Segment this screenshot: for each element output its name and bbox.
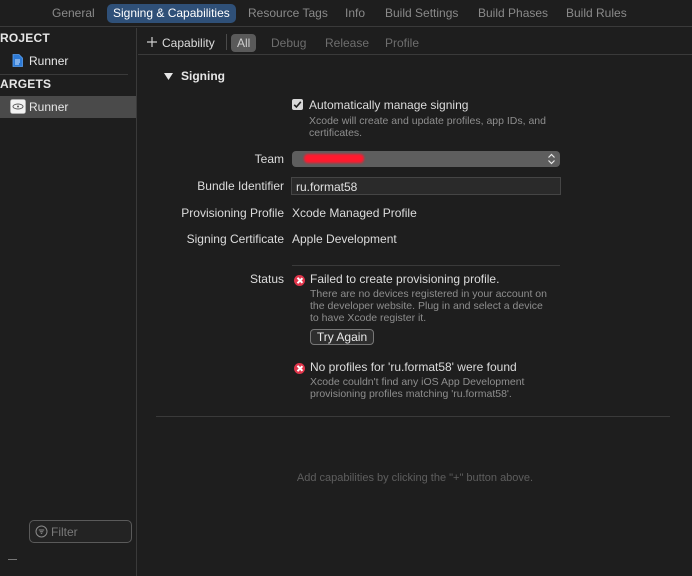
project-section-header: ROJECT bbox=[0, 31, 50, 45]
sidebar-item-target-runner[interactable]: Runner bbox=[0, 96, 136, 118]
project-file-icon bbox=[12, 54, 23, 70]
toolbar-divider bbox=[226, 34, 227, 50]
signing-certificate-label: Signing Certificate bbox=[186, 232, 284, 246]
status-label: Status bbox=[249, 272, 284, 286]
provisioning-profile-label: Provisioning Profile bbox=[181, 206, 284, 220]
tab-signing-capabilities[interactable]: Signing & Capabilities bbox=[107, 4, 236, 23]
empty-capabilities-hint: Add capabilities by clicking the "+" but… bbox=[296, 472, 534, 484]
app-target-icon bbox=[10, 99, 26, 117]
sidebar-item-label: Runner bbox=[29, 54, 69, 68]
signing-section-title: Signing bbox=[181, 69, 225, 83]
plus-icon bbox=[146, 36, 158, 51]
tab-general[interactable]: General bbox=[46, 4, 101, 23]
auto-manage-desc-line2: certificates. bbox=[309, 127, 363, 139]
signing-certificate-value: Apple Development bbox=[292, 232, 397, 246]
add-capability-label: Capability bbox=[162, 36, 215, 50]
project-navigator-sidebar: ROJECT Runner ARGETS Runner bbox=[0, 28, 137, 576]
auto-manage-signing-checkbox[interactable] bbox=[292, 99, 303, 110]
error2-title: No profiles for 'ru.format58' were found bbox=[310, 360, 517, 374]
error2-desc-line2: provisioning profiles matching 'ru.forma… bbox=[310, 388, 512, 400]
sidebar-item-label: Runner bbox=[29, 100, 69, 114]
config-tab-all[interactable]: All bbox=[231, 34, 257, 52]
filter-placeholder: Filter bbox=[51, 525, 78, 539]
signing-disclosure-triangle[interactable] bbox=[164, 70, 173, 84]
error-icon bbox=[294, 363, 305, 374]
tab-build-phases[interactable]: Build Phases bbox=[472, 4, 554, 23]
auto-manage-signing-label: Automatically manage signing bbox=[309, 98, 469, 112]
bundle-identifier-field[interactable]: ru.format58 bbox=[291, 177, 561, 195]
sidebar-divider bbox=[0, 74, 128, 75]
tab-resource-tags[interactable]: Resource Tags bbox=[242, 4, 334, 23]
filter-icon bbox=[35, 525, 48, 541]
auto-manage-desc-line1: Xcode will create and update profiles, a… bbox=[309, 115, 546, 127]
error1-title: Failed to create provisioning profile. bbox=[310, 272, 500, 286]
tab-build-rules[interactable]: Build Rules bbox=[560, 4, 633, 23]
chevron-updown-icon bbox=[547, 153, 556, 168]
config-tab-profile[interactable]: Profile bbox=[385, 34, 419, 52]
error1-desc-line3: to have Xcode register it. bbox=[310, 312, 427, 324]
bundle-identifier-label: Bundle Identifier bbox=[197, 179, 284, 193]
editor-tab-bar: General Signing & Capabilities Resource … bbox=[0, 0, 692, 27]
config-tab-debug[interactable]: Debug bbox=[271, 34, 306, 52]
tab-build-settings[interactable]: Build Settings bbox=[379, 4, 464, 23]
capability-toolbar: Capability All Debug Release Profile bbox=[138, 28, 692, 55]
targets-section-header: ARGETS bbox=[0, 77, 52, 91]
team-popup-button[interactable] bbox=[292, 151, 560, 167]
error1-desc-line1: There are no devices registered in your … bbox=[310, 288, 547, 300]
sidebar-item-project-runner[interactable]: Runner bbox=[0, 50, 136, 72]
remove-item-minus[interactable] bbox=[8, 559, 17, 560]
error2-desc-line1: Xcode couldn't find any iOS App Developm… bbox=[310, 376, 525, 388]
bundle-identifier-value: ru.format58 bbox=[296, 180, 358, 194]
error1-desc-line2: the developer website. Plug in and selec… bbox=[310, 300, 543, 312]
provisioning-profile-value: Xcode Managed Profile bbox=[292, 206, 417, 220]
section-divider bbox=[156, 416, 670, 417]
sidebar-filter-field[interactable]: Filter bbox=[29, 520, 132, 543]
try-again-button[interactable]: Try Again bbox=[310, 329, 374, 345]
team-redaction-mark bbox=[304, 154, 364, 163]
error-icon bbox=[294, 275, 305, 286]
team-label: Team bbox=[254, 152, 284, 166]
status-divider bbox=[292, 265, 560, 266]
config-tab-release[interactable]: Release bbox=[325, 34, 369, 52]
tab-info[interactable]: Info bbox=[339, 4, 371, 23]
